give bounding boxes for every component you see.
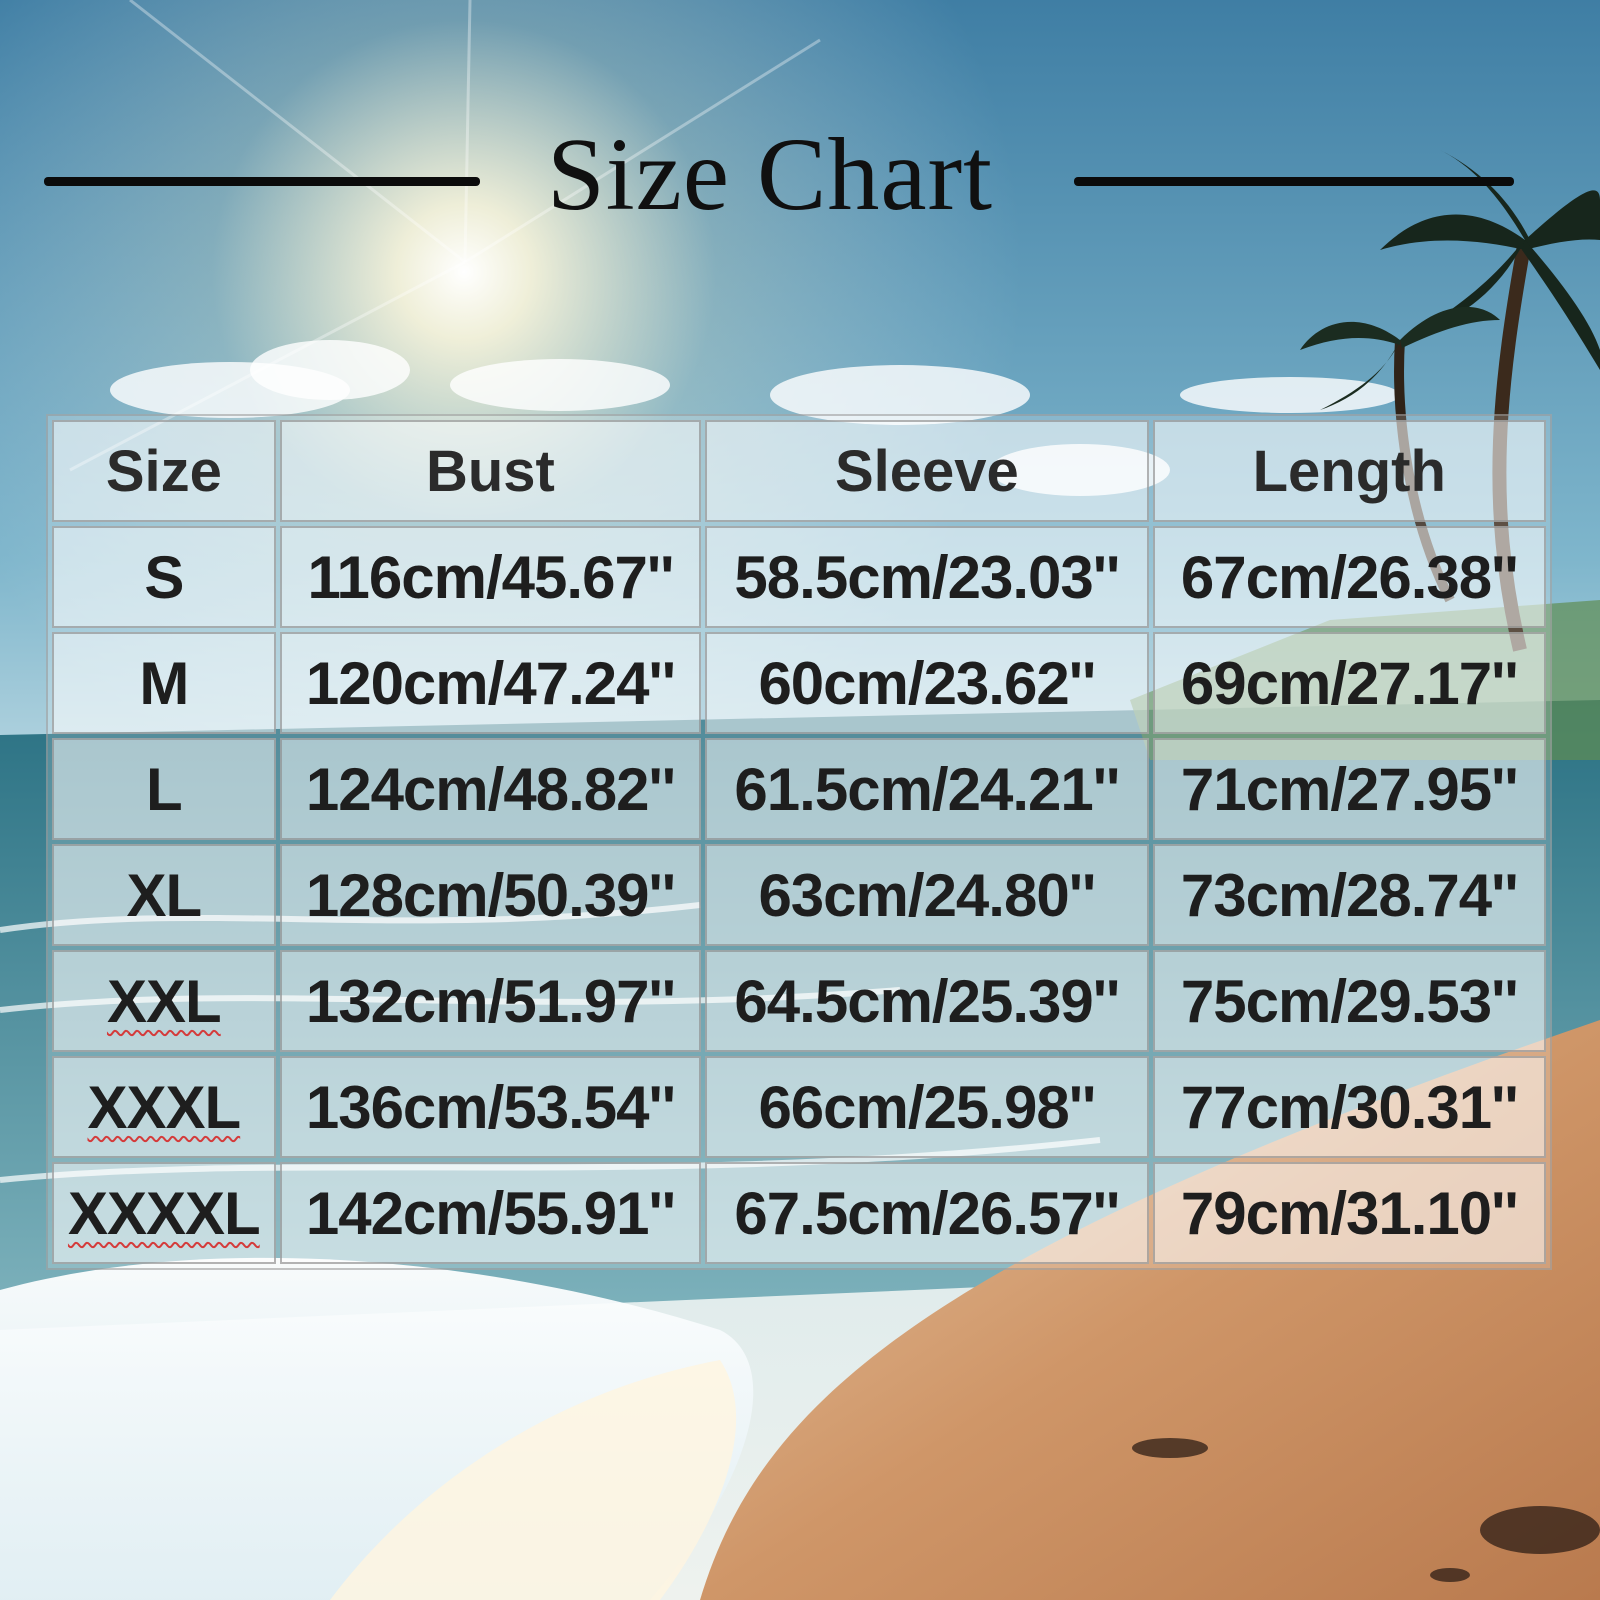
table-row: M 120cm/47.24'' 60cm/23.62'' 69cm/27.17'…	[52, 632, 1546, 734]
size-label: XXXXL	[67, 1179, 261, 1247]
table-row: XXXL 136cm/53.54'' 66cm/25.98'' 77cm/30.…	[52, 1056, 1546, 1158]
bust-cell: 136cm/53.54''	[279, 1056, 702, 1158]
length-cell: 73cm/28.74''	[1152, 844, 1546, 946]
size-cell: XXXL	[52, 1056, 276, 1158]
sleeve-cell: 63cm/24.80''	[705, 844, 1149, 946]
size-cell: S	[52, 526, 276, 628]
size-cell: XL	[52, 844, 276, 946]
sleeve-cell: 61.5cm/24.21''	[705, 738, 1149, 840]
column-header-sleeve: Sleeve	[705, 420, 1149, 522]
table-row: S 116cm/45.67'' 58.5cm/23.03'' 67cm/26.3…	[52, 526, 1546, 628]
bust-cell: 128cm/50.39''	[279, 844, 702, 946]
title-rule-left	[44, 177, 480, 186]
table-header-row: Size Bust Sleeve Length	[52, 420, 1546, 522]
bust-cell: 142cm/55.91''	[279, 1162, 702, 1264]
title-row: Size Chart	[0, 110, 1600, 240]
length-cell: 69cm/27.17''	[1152, 632, 1546, 734]
size-cell: XXL	[52, 950, 276, 1052]
table-row: L 124cm/48.82'' 61.5cm/24.21'' 71cm/27.9…	[52, 738, 1546, 840]
sleeve-cell: 64.5cm/25.39''	[705, 950, 1149, 1052]
bust-cell: 124cm/48.82''	[279, 738, 702, 840]
bust-cell: 132cm/51.97''	[279, 950, 702, 1052]
size-label: XXXL	[87, 1073, 241, 1141]
length-cell: 75cm/29.53''	[1152, 950, 1546, 1052]
sleeve-cell: 67.5cm/26.57''	[705, 1162, 1149, 1264]
length-cell: 79cm/31.10''	[1152, 1162, 1546, 1264]
length-cell: 67cm/26.38''	[1152, 526, 1546, 628]
size-chart-table: Size Bust Sleeve Length S 116cm/45.67'' …	[46, 414, 1552, 1270]
page-title: Size Chart	[546, 117, 994, 232]
size-cell: L	[52, 738, 276, 840]
bust-cell: 120cm/47.24''	[279, 632, 702, 734]
table-row: XXL 132cm/51.97'' 64.5cm/25.39'' 75cm/29…	[52, 950, 1546, 1052]
table-row: XXXXL 142cm/55.91'' 67.5cm/26.57'' 79cm/…	[52, 1162, 1546, 1264]
column-header-bust: Bust	[279, 420, 702, 522]
column-header-length: Length	[1152, 420, 1546, 522]
table-row: XL 128cm/50.39'' 63cm/24.80'' 73cm/28.74…	[52, 844, 1546, 946]
column-header-size: Size	[52, 420, 276, 522]
size-cell: XXXXL	[52, 1162, 276, 1264]
size-label: XXL	[106, 967, 222, 1035]
title-rule-right	[1074, 177, 1514, 186]
sleeve-cell: 60cm/23.62''	[705, 632, 1149, 734]
length-cell: 71cm/27.95''	[1152, 738, 1546, 840]
size-cell: M	[52, 632, 276, 734]
bust-cell: 116cm/45.67''	[279, 526, 702, 628]
sleeve-cell: 66cm/25.98''	[705, 1056, 1149, 1158]
sleeve-cell: 58.5cm/23.03''	[705, 526, 1149, 628]
length-cell: 77cm/30.31''	[1152, 1056, 1546, 1158]
